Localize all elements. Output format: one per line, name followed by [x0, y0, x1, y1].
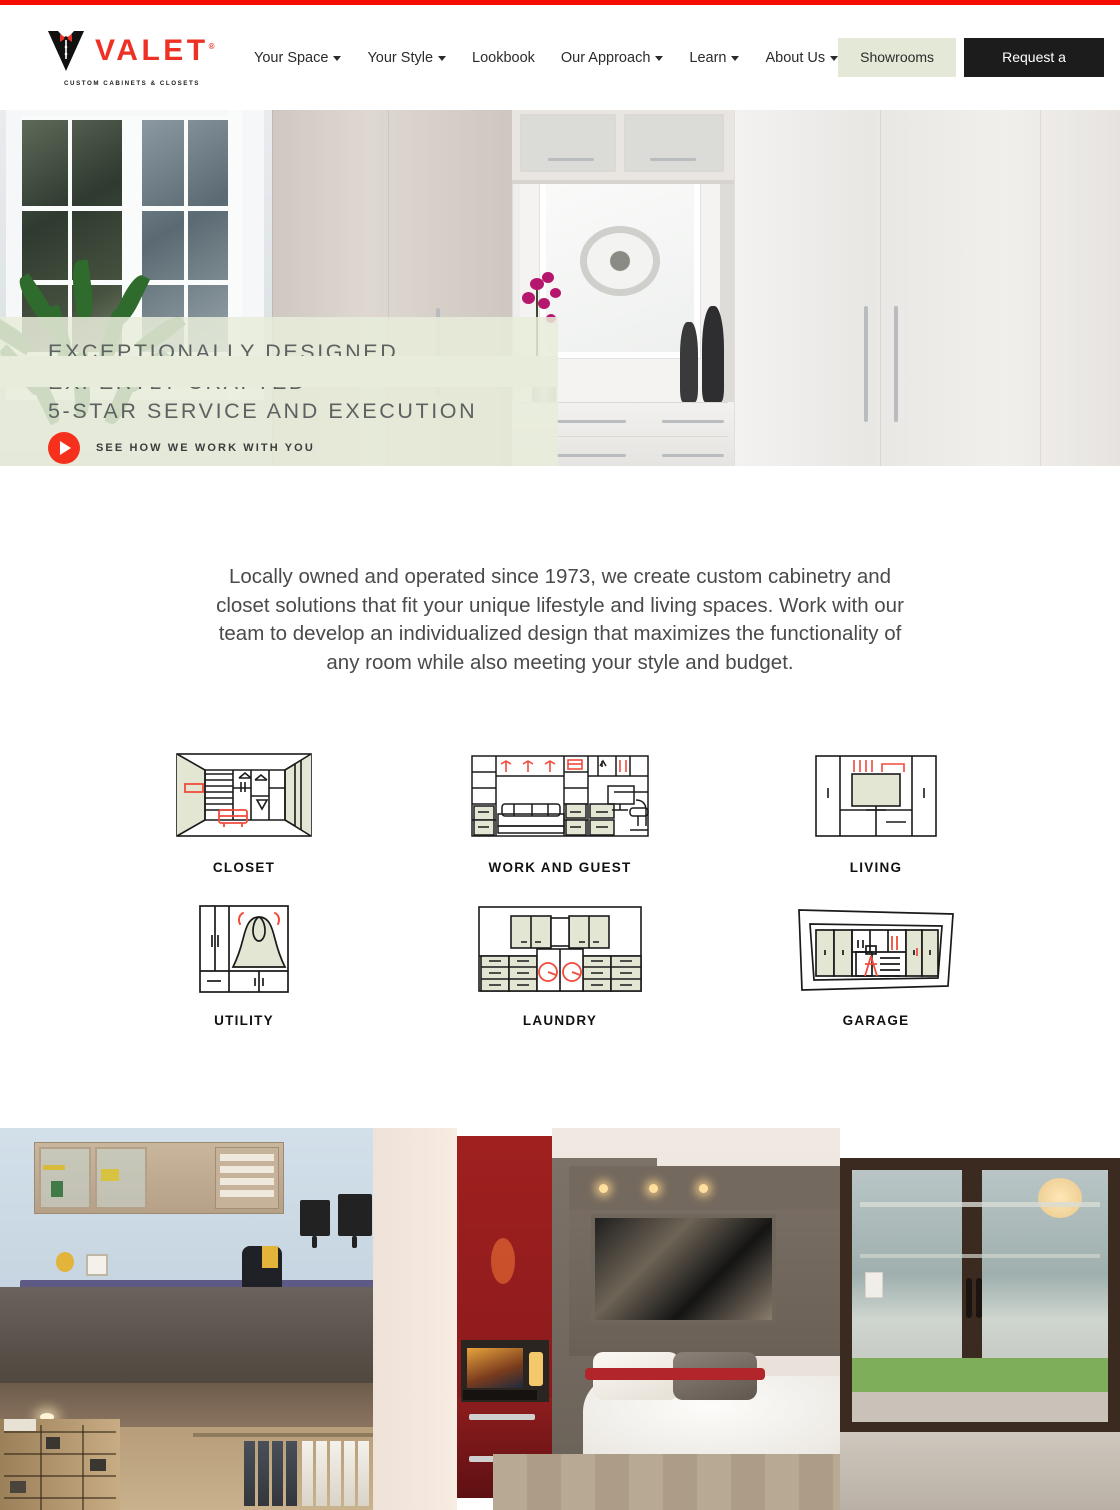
- category-label: UTILITY: [214, 1013, 274, 1028]
- category-living[interactable]: LIVING: [751, 748, 1001, 875]
- hero-overlay-footer-block: [0, 356, 558, 387]
- category-label: LAUNDRY: [522, 1013, 598, 1028]
- request-consultation-button[interactable]: Request a Consultation: [964, 38, 1104, 104]
- brand-logo[interactable]: VALET® CUSTOM CABINETS & CLOSETS: [48, 29, 214, 87]
- gallery-image-home-office[interactable]: [0, 1128, 373, 1383]
- hero-headline-line-3: 5-STAR SERVICE AND EXECUTION: [48, 399, 478, 423]
- hero-section: EXCEPTIONALLY DESIGNED EXPERTLY CRAFTED …: [0, 110, 1120, 466]
- gallery-image-murphy-bed-room[interactable]: [373, 1128, 1120, 1510]
- category-laundry[interactable]: LAUNDRY: [435, 901, 685, 1028]
- nav-label: Lookbook: [472, 49, 535, 66]
- category-closet[interactable]: CLOSET: [119, 748, 369, 875]
- category-utility[interactable]: UTILITY: [119, 901, 369, 1028]
- nav-label: Your Style: [367, 49, 434, 66]
- nav-label: Learn: [689, 49, 727, 66]
- nav-item-your-space[interactable]: Your Space: [254, 49, 342, 66]
- category-label: GARAGE: [842, 1013, 910, 1028]
- chevron-down-icon: [731, 56, 740, 61]
- brand-wordmark: VALET®: [95, 33, 219, 67]
- intro-paragraph: Locally owned and operated since 1973, w…: [216, 565, 904, 674]
- garage-cabinets-icon: [796, 901, 956, 997]
- living-room-media-wall-icon: [814, 748, 938, 844]
- category-row-1: CLOSET WORK AND GUEST LIVING: [0, 748, 1120, 875]
- page-root: VALET® CUSTOM CABINETS & CLOSETS Your Sp…: [0, 0, 1120, 1510]
- nav-label: Our Approach: [560, 49, 651, 66]
- category-label: WORK AND GUEST: [488, 860, 632, 875]
- category-grid: CLOSET WORK AND GUEST LIVING UTILITY LAU…: [0, 748, 1120, 1028]
- closet-room-icon: [175, 748, 313, 844]
- category-work-and-guest[interactable]: WORK AND GUEST: [435, 748, 685, 875]
- nav-label: About Us: [765, 49, 826, 66]
- chevron-down-icon: [830, 56, 839, 61]
- utility-closet-icon: [197, 901, 291, 997]
- gallery-image-walk-in-closet[interactable]: [0, 1383, 373, 1510]
- brand-tagline: CUSTOM CABINETS & CLOSETS: [64, 79, 200, 87]
- gallery-left-column: [0, 1128, 373, 1510]
- work-and-guest-room-icon: [470, 748, 650, 844]
- play-circle-icon[interactable]: [48, 432, 80, 464]
- category-label: CLOSET: [212, 860, 276, 875]
- project-gallery: [0, 1128, 1120, 1510]
- header-actions: Showrooms Request a Consultation: [838, 38, 1104, 104]
- trademark-symbol: ®: [208, 41, 219, 51]
- category-garage[interactable]: GARAGE: [751, 901, 1001, 1028]
- laundry-room-icon: [477, 901, 643, 997]
- nav-item-about-us[interactable]: About Us: [765, 49, 839, 66]
- primary-navigation: Your Space Your Style Lookbook Our Appro…: [254, 49, 839, 66]
- nav-item-learn[interactable]: Learn: [689, 49, 740, 66]
- site-header: VALET® CUSTOM CABINETS & CLOSETS Your Sp…: [0, 5, 1120, 110]
- hero-video-cta[interactable]: SEE HOW WE WORK WITH YOU: [48, 432, 315, 464]
- chevron-down-icon: [438, 56, 447, 61]
- nav-item-our-approach[interactable]: Our Approach: [560, 49, 664, 66]
- category-label: LIVING: [849, 860, 903, 875]
- showrooms-button[interactable]: Showrooms: [838, 38, 957, 77]
- nav-item-your-style[interactable]: Your Style: [367, 49, 447, 66]
- nav-item-lookbook[interactable]: Lookbook: [472, 50, 535, 66]
- nav-label: Your Space: [254, 49, 329, 66]
- chevron-down-icon: [655, 56, 664, 61]
- hero-cta-label: SEE HOW WE WORK WITH YOU: [96, 442, 315, 454]
- category-row-2: UTILITY LAUNDRY GARAGE: [0, 901, 1120, 1028]
- chevron-down-icon: [333, 56, 342, 61]
- valet-tuxedo-logo-icon: [46, 29, 86, 73]
